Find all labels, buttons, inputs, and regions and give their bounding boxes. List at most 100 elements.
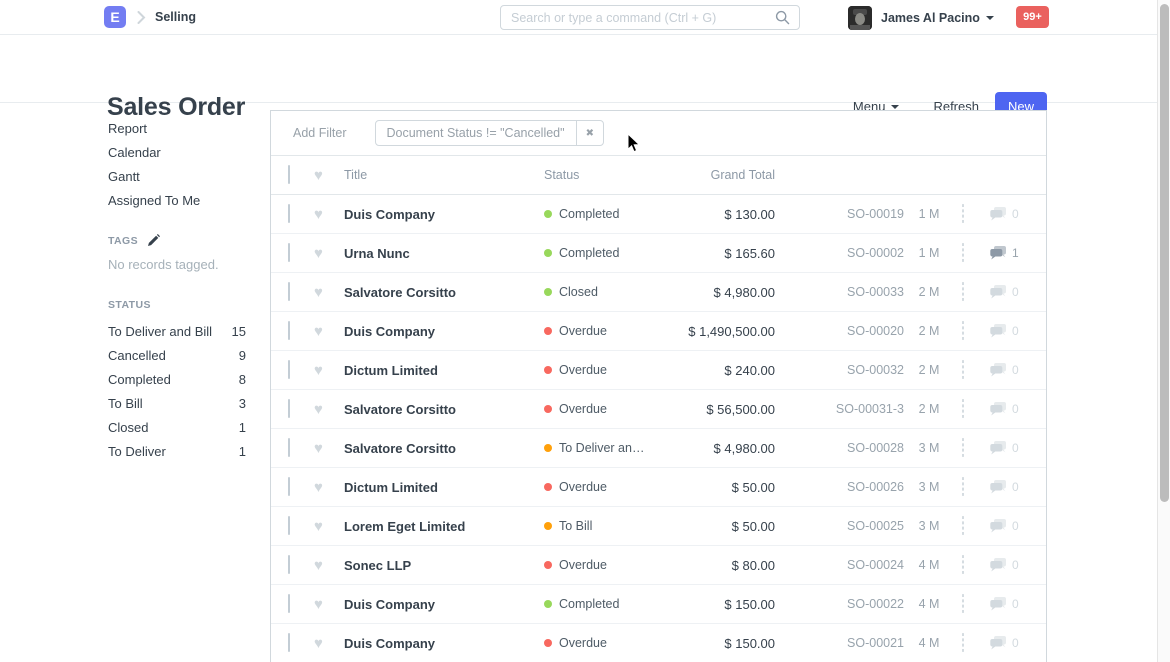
breadcrumb-selling[interactable]: Selling: [155, 10, 196, 24]
sidebar-view-item[interactable]: Report: [108, 117, 258, 141]
row-checkbox[interactable]: [288, 516, 290, 535]
assign-placeholder[interactable]: [962, 282, 964, 301]
table-row[interactable]: ♥ Dictum Limited Overdue $ 240.00 SO-000…: [271, 351, 1046, 390]
table-row[interactable]: ♥ Duis Company Overdue $ 150.00 SO-00021…: [271, 624, 1046, 662]
comment-count: 0: [990, 285, 1046, 299]
row-title-link[interactable]: Duis Company: [344, 324, 544, 339]
sidebar-view-item[interactable]: Gantt: [108, 165, 258, 189]
assign-placeholder[interactable]: [962, 360, 964, 379]
app-logo[interactable]: E: [104, 6, 126, 28]
heart-icon[interactable]: ♥: [314, 207, 344, 222]
row-title-link[interactable]: Salvatore Corsitto: [344, 441, 544, 456]
heart-icon[interactable]: ♥: [314, 285, 344, 300]
table-row[interactable]: ♥ Duis Company Completed $ 130.00 SO-000…: [271, 195, 1046, 234]
row-title-link[interactable]: Duis Company: [344, 597, 544, 612]
row-checkbox[interactable]: [288, 399, 290, 418]
grand-total-value: $ 4,980.00: [675, 285, 775, 300]
heart-icon[interactable]: ♥: [314, 636, 344, 651]
row-checkbox[interactable]: [288, 555, 290, 574]
row-title-link[interactable]: Urna Nunc: [344, 246, 544, 261]
table-row[interactable]: ♥ Lorem Eget Limited To Bill $ 50.00 SO-…: [271, 507, 1046, 546]
row-title-link[interactable]: Duis Company: [344, 636, 544, 651]
row-checkbox[interactable]: [288, 243, 290, 262]
assign-placeholder[interactable]: [962, 399, 964, 418]
status-filter-count: 1: [239, 440, 246, 464]
window-scrollbar: [1157, 0, 1170, 662]
row-checkbox[interactable]: [288, 633, 290, 652]
status-badge: Completed: [544, 246, 675, 260]
table-row[interactable]: ♥ Duis Company Overdue $ 1,490,500.00 SO…: [271, 312, 1046, 351]
tags-empty-text: No records tagged.: [108, 255, 258, 275]
assign-placeholder[interactable]: [962, 243, 964, 262]
assign-placeholder[interactable]: [962, 204, 964, 223]
status-filter-item[interactable]: Completed 8: [108, 368, 246, 392]
heart-icon[interactable]: ♥: [314, 480, 344, 495]
table-row[interactable]: ♥ Salvatore Corsitto Overdue $ 56,500.00…: [271, 390, 1046, 429]
status-text: To Deliver an…: [559, 441, 644, 455]
select-all-checkbox[interactable]: [288, 165, 290, 184]
comment-count-value: 0: [1012, 402, 1019, 416]
comment-count: 0: [990, 480, 1046, 494]
assign-placeholder[interactable]: [962, 594, 964, 613]
heart-icon[interactable]: ♥: [314, 402, 344, 417]
sidebar-view-item[interactable]: Calendar: [108, 141, 258, 165]
user-menu[interactable]: James Al Pacino: [848, 5, 994, 30]
comment-count-value: 0: [1012, 480, 1019, 494]
avatar: [848, 6, 872, 30]
row-checkbox[interactable]: [288, 204, 290, 223]
assign-placeholder[interactable]: [962, 555, 964, 574]
row-title-link[interactable]: Duis Company: [344, 207, 544, 222]
row-title-link[interactable]: Salvatore Corsitto: [344, 285, 544, 300]
status-badge: Overdue: [544, 636, 675, 650]
status-indicator-dot: [544, 561, 552, 569]
row-checkbox[interactable]: [288, 477, 290, 496]
row-title-link[interactable]: Dictum Limited: [344, 363, 544, 378]
status-filter-item[interactable]: To Deliver 1: [108, 440, 246, 464]
heart-icon[interactable]: ♥: [314, 246, 344, 261]
status-filter-item[interactable]: To Deliver and Bill 15: [108, 320, 246, 344]
row-title-link[interactable]: Dictum Limited: [344, 480, 544, 495]
assign-placeholder[interactable]: [962, 633, 964, 652]
table-row[interactable]: ♥ Duis Company Completed $ 150.00 SO-000…: [271, 585, 1046, 624]
add-filter-button[interactable]: Add Filter: [293, 126, 347, 140]
table-row[interactable]: ♥ Sonec LLP Overdue $ 80.00 SO-00024 4 M…: [271, 546, 1046, 585]
status-filter-label: Closed: [108, 416, 148, 440]
list-rows: ♥ Duis Company Completed $ 130.00 SO-000…: [271, 195, 1046, 662]
table-row[interactable]: ♥ Urna Nunc Completed $ 165.60 SO-00002 …: [271, 234, 1046, 273]
row-checkbox[interactable]: [288, 438, 290, 457]
status-filter-item[interactable]: Cancelled 9: [108, 344, 246, 368]
status-filter-item[interactable]: Closed 1: [108, 416, 246, 440]
heart-icon[interactable]: ♥: [314, 363, 344, 378]
status-filter-item[interactable]: To Bill 3: [108, 392, 246, 416]
table-row[interactable]: ♥ Dictum Limited Overdue $ 50.00 SO-0002…: [271, 468, 1046, 507]
table-row[interactable]: ♥ Salvatore Corsitto Closed $ 4,980.00 S…: [271, 273, 1046, 312]
row-checkbox[interactable]: [288, 282, 290, 301]
heart-icon[interactable]: ♥: [314, 441, 344, 456]
heart-icon[interactable]: ♥: [314, 597, 344, 612]
notification-badge[interactable]: 99+: [1016, 6, 1049, 28]
row-title-link[interactable]: Salvatore Corsitto: [344, 402, 544, 417]
comment-count-value: 0: [1012, 324, 1019, 338]
status-filter-label: Cancelled: [108, 344, 166, 368]
assign-placeholder[interactable]: [962, 516, 964, 535]
assign-placeholder[interactable]: [962, 477, 964, 496]
heart-icon[interactable]: ♥: [314, 519, 344, 534]
search-input[interactable]: [501, 11, 775, 25]
scrollbar-thumb[interactable]: [1160, 4, 1169, 502]
sidebar-view-item[interactable]: Assigned To Me: [108, 189, 258, 213]
active-filter-chip[interactable]: Document Status != "Cancelled" ✖: [375, 120, 604, 146]
assign-placeholder[interactable]: [962, 438, 964, 457]
heart-icon[interactable]: ♥: [314, 324, 344, 339]
status-text: Overdue: [559, 558, 607, 572]
row-checkbox[interactable]: [288, 321, 290, 340]
row-title-link[interactable]: Lorem Eget Limited: [344, 519, 544, 534]
row-checkbox[interactable]: [288, 594, 290, 613]
remove-filter-button[interactable]: ✖: [576, 121, 603, 145]
row-title-link[interactable]: Sonec LLP: [344, 558, 544, 573]
row-checkbox[interactable]: [288, 360, 290, 379]
liked-filter-icon[interactable]: ♥: [314, 168, 344, 183]
table-row[interactable]: ♥ Salvatore Corsitto To Deliver an… $ 4,…: [271, 429, 1046, 468]
assign-placeholder[interactable]: [962, 321, 964, 340]
heart-icon[interactable]: ♥: [314, 558, 344, 573]
edit-tags-icon[interactable]: [147, 234, 160, 247]
